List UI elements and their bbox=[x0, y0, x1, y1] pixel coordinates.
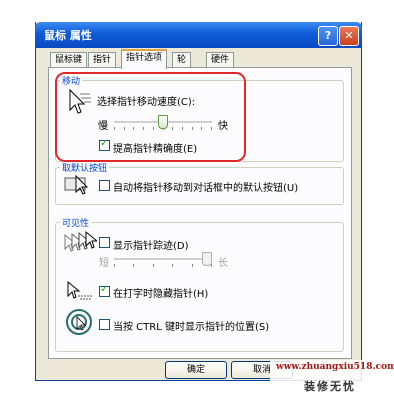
help-button[interactable]: ? bbox=[318, 26, 338, 46]
watermark-name: 装修无忧 bbox=[304, 380, 356, 393]
trails-slider-ticks bbox=[114, 264, 212, 268]
hide-while-typing-label: 在打字时隐藏指针(H) bbox=[113, 289, 209, 300]
snap-pointer-icon bbox=[64, 174, 89, 195]
hide-pointer-icon bbox=[67, 280, 92, 300]
pointer-trails-checkbox[interactable] bbox=[99, 237, 110, 248]
slider-tick bbox=[152, 264, 154, 267]
slider-tick bbox=[191, 264, 193, 267]
annotation-highlight bbox=[55, 72, 246, 162]
trails-slider-thumb[interactable] bbox=[202, 252, 212, 266]
tab-pointer-options[interactable]: 指针选项 bbox=[121, 49, 168, 69]
tab-buttons[interactable]: 鼠标键 bbox=[50, 52, 88, 67]
short-label: 短 bbox=[99, 258, 109, 269]
pointer-trails-icon bbox=[64, 230, 97, 252]
visibility-group-label: 可见性 bbox=[60, 216, 92, 229]
snap-to-default-checkbox[interactable] bbox=[99, 180, 110, 191]
close-button[interactable]: ✕ bbox=[339, 26, 359, 46]
slider-tick bbox=[114, 264, 115, 267]
slider-tick bbox=[172, 264, 174, 267]
trails-slider-track[interactable] bbox=[114, 258, 212, 261]
window-title: 鼠标 属性 bbox=[44, 29, 92, 42]
hide-while-typing-checkbox[interactable] bbox=[99, 284, 110, 297]
watermark-url: www.zhuangxiu518.com bbox=[276, 362, 394, 372]
long-label: 长 bbox=[218, 258, 228, 269]
tab-pointers[interactable]: 指针 bbox=[88, 52, 117, 67]
pointer-trails-label: 显示指针踪迹(D) bbox=[113, 241, 189, 252]
snap-to-default-label: 自动将指针移动到对话框中的默认按钮(U) bbox=[113, 183, 299, 194]
tab-wheel[interactable]: 轮 bbox=[172, 52, 192, 67]
show-location-checkbox[interactable] bbox=[99, 319, 110, 330]
tab-hardware[interactable]: 硬件 bbox=[206, 52, 235, 67]
ok-button[interactable]: 确定 bbox=[165, 361, 227, 379]
show-location-icon bbox=[66, 309, 92, 335]
slider-tick bbox=[133, 264, 135, 267]
show-location-label: 当按 CTRL 键时显示指针的位置(S) bbox=[113, 322, 270, 333]
